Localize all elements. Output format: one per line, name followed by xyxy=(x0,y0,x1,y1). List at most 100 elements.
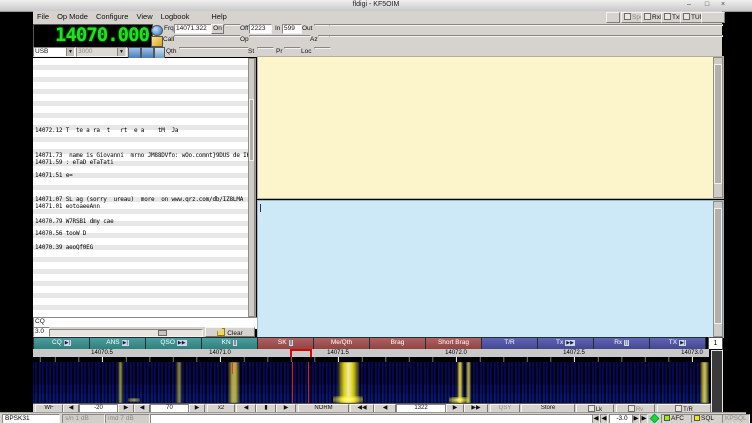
minimize-icon[interactable]: – xyxy=(684,1,694,9)
browser-line[interactable]: 14071.51 e= xyxy=(35,172,73,179)
scale-label: 14071.5 xyxy=(327,349,349,357)
pr-field[interactable] xyxy=(284,47,301,49)
browser-line[interactable]: 14071.01 eotoaeeAnn xyxy=(35,203,100,210)
frq-label: Frq xyxy=(164,24,174,34)
menu-view[interactable]: View xyxy=(132,11,156,21)
spot-checkbox-icon xyxy=(624,13,631,20)
right-arrow-icon[interactable]: ▶ xyxy=(632,414,640,423)
browser-scrollbar-thumb[interactable] xyxy=(249,99,254,161)
combo-arrow-icon[interactable]: ▼ xyxy=(66,48,74,56)
scale-label: 14072.0 xyxy=(445,349,467,357)
log-pencil-icon[interactable] xyxy=(151,36,163,47)
menu-logbook[interactable]: Logbook xyxy=(157,11,194,21)
browser-squelch-row: 3.0 Clear xyxy=(33,327,255,337)
macro-glyph-icon: ▶| xyxy=(679,340,686,346)
channel-marker-line xyxy=(232,362,233,374)
rx-text-pane[interactable] xyxy=(257,56,724,199)
notes-field-1[interactable] xyxy=(329,24,723,26)
browser-line[interactable]: 14071.73 name is Giovanni mrno JM88DVfo:… xyxy=(35,152,253,159)
tx-scrollbar-thumb[interactable] xyxy=(714,208,722,324)
close-icon[interactable]: × xyxy=(718,1,728,9)
macro-glyph-icon: ▶| xyxy=(122,340,129,346)
waterfall-display[interactable] xyxy=(33,362,709,403)
status-bar: BPSK31 s/n 1 dB imd 7 dB ◀ ◀ -3.0 ▶ ▶ AF… xyxy=(0,412,746,423)
frequency-display[interactable]: 14070.000 xyxy=(33,24,153,48)
squelch-slider-thumb[interactable] xyxy=(158,330,167,336)
call-field[interactable] xyxy=(174,35,241,37)
macro-glyph-icon: || xyxy=(289,340,294,346)
frq-field[interactable]: 14071.322 xyxy=(174,24,212,34)
left-arrow-icon[interactable]: ◀ xyxy=(600,414,608,423)
rxid-checkbox-icon[interactable] xyxy=(644,13,651,20)
left-arrow-icon[interactable]: ◀ xyxy=(592,414,600,423)
macro-glyph-icon: ▶▶ xyxy=(177,340,187,346)
time-off-field[interactable]: 2223 xyxy=(249,24,272,34)
scale-label: 14070.5 xyxy=(91,349,113,357)
time-on-field[interactable] xyxy=(224,24,241,26)
txid-checkbox-icon[interactable] xyxy=(664,13,671,20)
call-label: Call xyxy=(163,35,174,45)
rst-in-field[interactable]: 599 xyxy=(282,24,302,34)
notes-field-2[interactable] xyxy=(329,35,723,37)
tx-text-pane[interactable] xyxy=(257,200,724,338)
signal-browser[interactable]: 14072.12 T te a ra t rt e a tM Ja 14071.… xyxy=(33,58,256,317)
squelch-value-field[interactable]: 3.0 xyxy=(33,327,50,337)
signal-trace xyxy=(700,362,709,403)
qth-label: Qth xyxy=(166,47,176,57)
st-field[interactable] xyxy=(257,47,274,49)
op-field[interactable] xyxy=(249,35,311,37)
menu-configure[interactable]: Configure xyxy=(92,11,133,21)
lock-checkbox-icon[interactable] xyxy=(588,405,595,412)
rx-scrollbar[interactable] xyxy=(713,57,723,198)
signal-blob xyxy=(128,398,140,402)
reverse-checkbox-icon xyxy=(628,405,635,412)
tune-checkbox-icon[interactable] xyxy=(683,13,690,20)
signal-trace xyxy=(228,362,240,403)
browser-line[interactable]: 14070.56 tooW D xyxy=(35,230,86,237)
maximize-icon[interactable]: □ xyxy=(702,1,712,9)
waterfall-scale[interactable]: 14070.5 14071.0 14071.5 14072.0 14072.5 … xyxy=(33,349,709,357)
browser-line[interactable]: 14071.59 : eTaD eTaTati xyxy=(35,159,113,166)
carrier-marker-line xyxy=(308,362,309,403)
desktop: fldigi - KF5OIM – □ × File Op Mode Confi… xyxy=(0,0,752,423)
carrier-marker-line xyxy=(292,362,293,403)
browser-clear-button[interactable]: Clear xyxy=(205,327,255,337)
squelch-slider[interactable] xyxy=(49,329,203,337)
qsy-globe-icon[interactable] xyxy=(151,25,163,36)
loc-field[interactable] xyxy=(314,47,331,49)
bandwidth-select: ▼3000 xyxy=(76,47,127,57)
macro-glyph-icon: || xyxy=(624,340,629,346)
imd-status: imd 7 dB xyxy=(105,414,150,423)
tx-scrollbar[interactable] xyxy=(713,201,723,337)
rst-out-label: Out xyxy=(302,24,312,34)
sql-toggle[interactable]: SQL xyxy=(691,414,724,423)
browser-line[interactable]: 14070.39 aeoQf0EG xyxy=(35,244,93,251)
signal-blob xyxy=(333,396,363,403)
macro-glyph-icon: || xyxy=(233,340,238,346)
afc-toggle[interactable]: AFC xyxy=(661,414,693,423)
scale-label: 14073.0 xyxy=(681,349,703,357)
mode-status-button[interactable]: BPSK31 xyxy=(2,414,60,423)
browser-scrollbar[interactable] xyxy=(248,58,255,317)
qth-field[interactable] xyxy=(179,47,249,49)
browser-line[interactable]: 14070.79 W7RSB1 dmy cae xyxy=(35,218,113,225)
tx-frequency-marker[interactable] xyxy=(290,349,312,357)
right-arrow-icon[interactable]: ▶ xyxy=(640,414,648,423)
st-label: St xyxy=(248,47,254,57)
browser-line[interactable]: 14072.12 T te a ra t rt e a tM Ja xyxy=(35,127,178,134)
sideband-select[interactable]: ▼USB xyxy=(33,47,76,57)
waterfall-panel: 14070.5 14071.0 14071.5 14072.0 14072.5 … xyxy=(33,349,722,412)
time-on-button[interactable]: On xyxy=(211,24,224,34)
menu-help[interactable]: Help xyxy=(207,11,230,21)
op-label: Op xyxy=(240,35,249,45)
toolbar-spacer xyxy=(701,12,725,23)
menu-op-mode[interactable]: Op Mode xyxy=(53,11,92,21)
browser-line[interactable]: 14071.07 SL ag (sorry ureau) more on www… xyxy=(35,196,253,203)
rst-in-label: In xyxy=(275,24,280,34)
rx-scrollbar-thumb[interactable] xyxy=(714,64,722,184)
signal-quality-indicator-icon xyxy=(650,414,660,423)
scale-label: 14071.0 xyxy=(209,349,231,357)
tr-checkbox-icon[interactable] xyxy=(675,405,682,412)
menu-file[interactable]: File xyxy=(33,11,53,21)
waterfall-side-scrollbar[interactable] xyxy=(711,350,723,413)
